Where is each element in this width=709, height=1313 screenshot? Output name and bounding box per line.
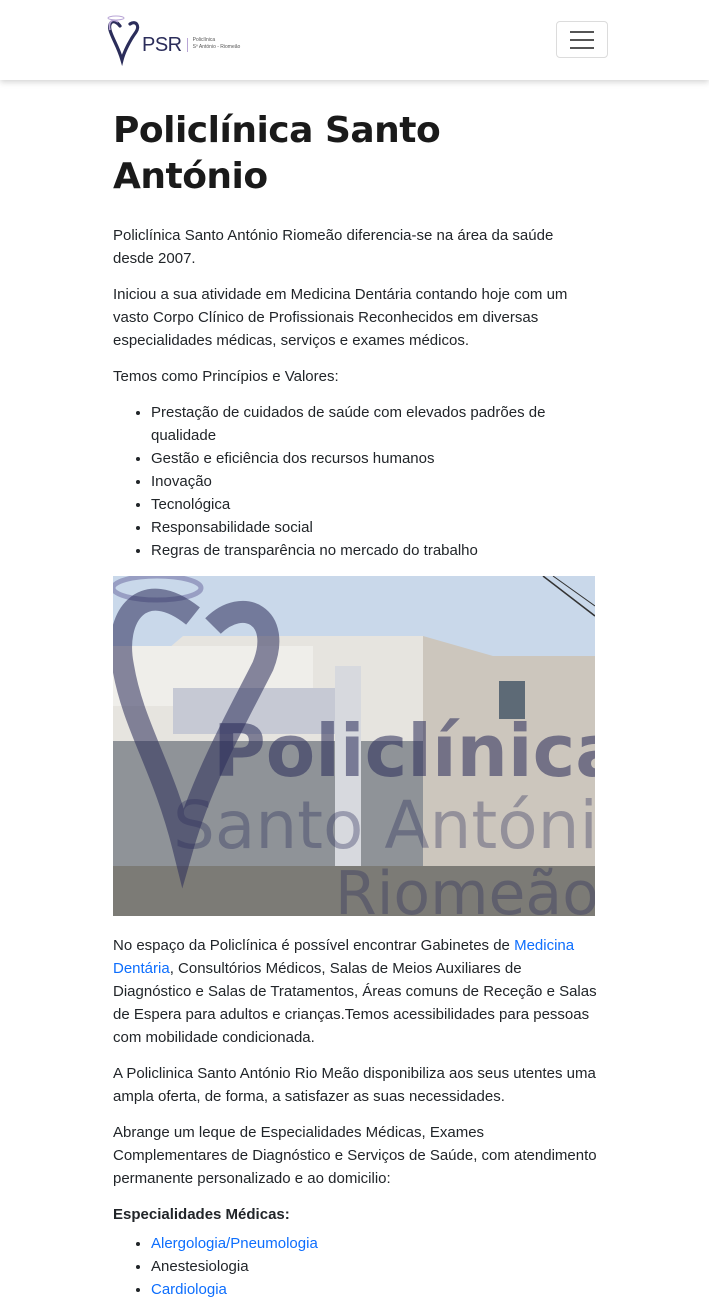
page-title: Policlínica Santo António: [113, 110, 441, 197]
photo-watermark-line-3: Riomeão: [335, 859, 595, 916]
list-item: Anestesiologia: [151, 1255, 597, 1278]
list-item: Tecnológica: [151, 493, 597, 516]
building-photo: Policlínica Santo António Riomeão: [113, 576, 595, 916]
menu-toggle-button[interactable]: [556, 21, 608, 58]
main-content: Policlínica Santo António Policlínica Sa…: [113, 80, 597, 1313]
list-item: Alergologia/Pneumologia: [151, 1232, 597, 1255]
photo-watermark-line-1: Policlínica: [213, 709, 595, 793]
hamburger-icon-bar: [570, 38, 594, 41]
hamburger-icon-bar: [570, 46, 594, 49]
intro-paragraph: Policlínica Santo António Riomeão difere…: [113, 227, 554, 267]
values-list: Prestação de cuidados de saúde com eleva…: [113, 401, 597, 562]
offer-paragraph: A Policlinica Santo António Rio Meão dis…: [113, 1065, 596, 1105]
facilities-text-after: , Consultórios Médicos, Salas de Meios A…: [113, 960, 597, 1046]
navbar: PSR Policlínica Sº António - Riomeão: [0, 0, 709, 80]
logo-subtitle: Policlínica Sº António - Riomeão: [193, 37, 241, 51]
logo-line-2: Sº António - Riomeão: [192, 44, 241, 50]
hamburger-icon-bar: [570, 30, 594, 33]
specialty-link-alergologia[interactable]: Alergologia/Pneumologia: [151, 1235, 318, 1252]
values-heading: Temos como Princípios e Valores:: [113, 368, 339, 385]
facilities-paragraph: No espaço da Policlínica é possível enco…: [113, 934, 597, 1049]
list-item: Cardiologia: [151, 1278, 597, 1301]
activity-paragraph: Iniciou a sua atividade em Medicina Dent…: [113, 286, 568, 349]
range-paragraph: Abrange um leque de Especialidades Médic…: [113, 1124, 597, 1187]
brand-logo[interactable]: PSR Policlínica Sº António - Riomeão: [106, 12, 240, 70]
list-item: Responsabilidade social: [151, 516, 597, 539]
logo-brand-text: PSR: [142, 33, 182, 56]
logo-divider: [186, 38, 188, 52]
logo-line-1: Policlínica: [192, 37, 216, 43]
photo-watermark-line-2: Santo António: [173, 787, 595, 864]
list-item: Prestação de cuidados de saúde com eleva…: [151, 401, 597, 447]
list-item: Inovação: [151, 470, 597, 493]
specialties-list: Alergologia/Pneumologia Anestesiologia C…: [113, 1232, 597, 1301]
specialty-link-cardiologia[interactable]: Cardiologia: [151, 1281, 227, 1298]
heart-logo-icon: [107, 15, 140, 67]
specialties-heading: Especialidades Médicas:: [113, 1206, 290, 1223]
list-item: Regras de transparência no mercado do tr…: [151, 539, 597, 562]
facilities-text-before: No espaço da Policlínica é possível enco…: [113, 937, 515, 954]
list-item: Gestão e eficiência dos recursos humanos: [151, 447, 597, 470]
